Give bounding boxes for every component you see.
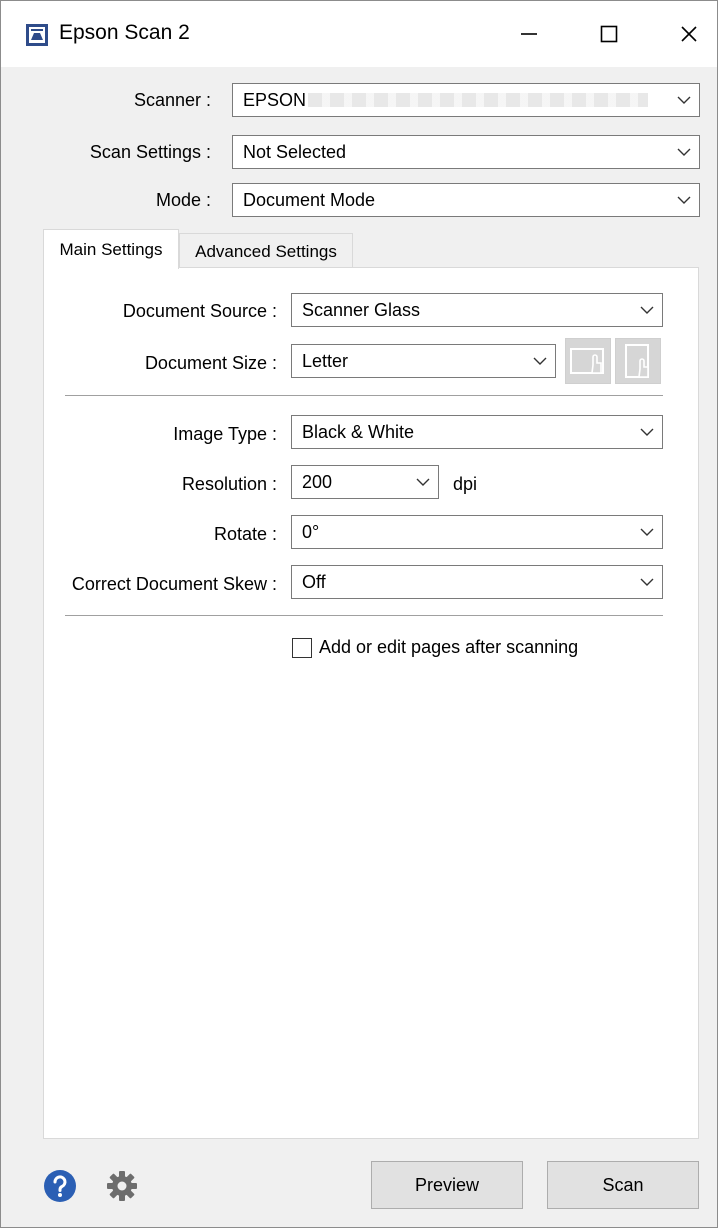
document-source-select[interactable]: Scanner Glass (291, 293, 663, 327)
scan-settings-value: Not Selected (243, 142, 347, 162)
section-divider (65, 615, 663, 617)
image-type-select[interactable]: Black & White (291, 415, 663, 449)
tab-advanced-settings[interactable]: Advanced Settings (179, 233, 353, 268)
title-bar: Epson Scan 2 (1, 1, 717, 67)
main-settings-panel (43, 267, 699, 1139)
chevron-down-icon (640, 578, 654, 586)
scanner-value: EPSON (243, 90, 307, 110)
scanner-select[interactable]: EPSON (232, 83, 700, 117)
chevron-down-icon (640, 428, 654, 436)
chevron-down-icon (640, 528, 654, 536)
resolution-unit: dpi (453, 474, 478, 494)
document-source-label: Document Source : (122, 301, 277, 321)
scan-settings-label: Scan Settings : (89, 142, 211, 162)
chevron-down-icon (416, 478, 430, 486)
mode-label: Mode : (155, 190, 211, 210)
gear-icon[interactable] (105, 1169, 139, 1203)
chevron-down-icon (640, 306, 654, 314)
epson-scan-icon (26, 24, 48, 46)
document-size-label: Document Size : (144, 353, 277, 373)
minimize-icon (521, 33, 537, 35)
tab-main-settings[interactable]: Main Settings (43, 229, 179, 269)
correct-skew-select[interactable]: Off (291, 565, 663, 599)
close-icon (681, 26, 697, 42)
chevron-down-icon (677, 196, 691, 204)
mode-value: Document Mode (243, 190, 376, 210)
add-edit-pages-label[interactable]: Add or edit pages after scanning (319, 637, 578, 658)
help-icon[interactable] (43, 1169, 77, 1203)
minimize-button[interactable] (499, 9, 559, 59)
rotate-value: 0° (302, 522, 320, 542)
add-edit-pages-checkbox[interactable] (292, 638, 312, 658)
resolution-label: Resolution : (181, 474, 277, 494)
scan-settings-select[interactable]: Not Selected (232, 135, 700, 169)
maximize-button[interactable] (579, 9, 639, 59)
image-type-value: Black & White (302, 422, 415, 442)
chevron-down-icon (533, 357, 547, 365)
chevron-down-icon (677, 96, 691, 104)
scanner-label: Scanner : (133, 90, 211, 110)
window-title: Epson Scan 2 (59, 21, 190, 44)
preview-button[interactable]: Preview (371, 1161, 523, 1209)
mode-select[interactable]: Document Mode (232, 183, 700, 217)
image-type-label: Image Type : (173, 424, 277, 444)
document-source-value: Scanner Glass (302, 300, 421, 320)
portrait-orientation-icon (625, 344, 649, 378)
rotate-label: Rotate : (213, 524, 277, 544)
epson-scan-window: Epson Scan 2 Scanner : EPSON Scan Settin… (0, 0, 718, 1228)
scanner-model-obscured (308, 93, 648, 107)
resolution-value: 200 (302, 472, 333, 492)
resolution-select[interactable]: 200 (291, 465, 439, 499)
correct-skew-value: Off (302, 572, 326, 592)
maximize-icon (600, 25, 618, 43)
document-size-value: Letter (302, 351, 349, 371)
close-button[interactable] (659, 9, 718, 59)
scan-button[interactable]: Scan (547, 1161, 699, 1209)
section-divider (65, 395, 663, 397)
landscape-orientation-icon (570, 348, 604, 374)
landscape-orientation-button[interactable] (565, 338, 611, 384)
correct-skew-label: Correct Document Skew : (71, 574, 277, 594)
portrait-orientation-button[interactable] (615, 338, 661, 384)
rotate-select[interactable]: 0° (291, 515, 663, 549)
chevron-down-icon (677, 148, 691, 156)
document-size-select[interactable]: Letter (291, 344, 556, 378)
